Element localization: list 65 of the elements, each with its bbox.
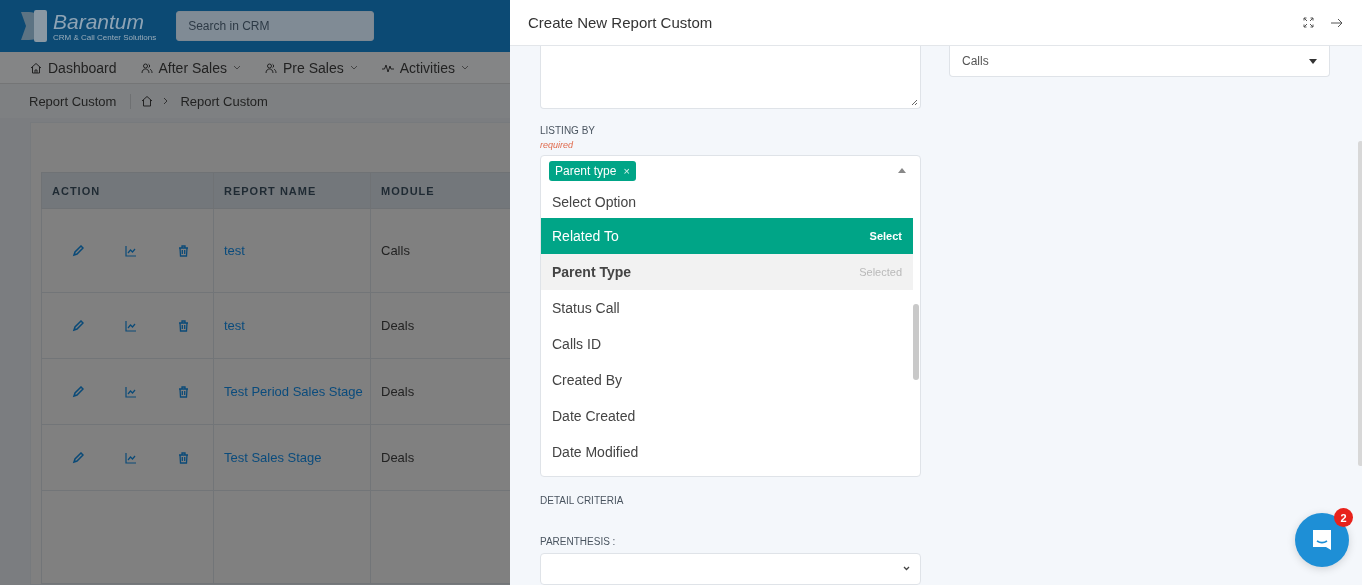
chevron-down-icon [349,65,358,71]
trash-icon[interactable] [178,385,189,398]
scrollbar-thumb[interactable] [1358,141,1362,466]
table-cell: Deals [381,384,415,399]
table-cell: Deals [381,450,415,465]
pencil-icon[interactable] [72,244,84,257]
scrollbar-thumb[interactable] [913,303,919,380]
table-cell: Calls [381,243,410,258]
remove-tag-button[interactable]: × [623,164,630,177]
field-label: LISTING BY [540,124,596,136]
nav-item[interactable]: After Sales [140,59,241,76]
select-field[interactable] [540,552,921,585]
resize-grip-icon [911,98,918,106]
arrow-right-icon[interactable] [1330,17,1343,28]
chevron-down-icon [903,566,910,572]
report-name-link[interactable]: test [224,318,245,333]
column-header: ACTION [41,172,214,209]
section-label: DETAIL CRITERIA [540,494,625,506]
search-field[interactable]: Search in CRM [176,11,375,42]
trash-icon[interactable] [178,244,189,257]
users-icon [265,61,277,74]
home-icon [30,61,42,74]
line-chart-icon[interactable] [125,319,137,332]
chevron-down-icon [233,65,241,71]
text-area[interactable] [540,46,921,109]
report-name-link[interactable]: Test Period Sales Stage [224,384,363,399]
column-header: MODULE [370,172,510,209]
report-name-link[interactable]: test [224,243,245,258]
chat-button[interactable] [1295,513,1349,567]
chevron-right-icon [163,97,169,106]
column-header: REPORT NAME [213,172,371,209]
multi-select[interactable]: Parent type × Select Option Related To Select Parent Type Selected Status Call Calls ID Created By Date Created Date Modified [540,154,921,477]
nav-item[interactable]: Activities [381,59,469,76]
breadcrumb-link[interactable]: Report Custom [180,93,268,109]
table-cell: Deals [381,318,415,333]
pencil-icon[interactable] [72,319,84,332]
line-chart-icon[interactable] [125,244,137,257]
pencil-icon[interactable] [72,385,84,398]
brand-name: Barantum [53,10,146,33]
caret-down-icon [1309,58,1317,64]
caret-up-icon [898,168,906,174]
line-chart-icon[interactable] [125,385,137,398]
select-option[interactable]: Parent Type Selected [541,253,913,290]
chevron-down-icon [460,65,469,71]
select-option[interactable]: Related To Select [541,217,913,254]
users-icon [140,61,153,74]
drawer-title: Create New Report Custom [528,14,713,31]
home-icon[interactable] [141,95,154,108]
select-field[interactable]: Calls [949,46,1330,77]
notification-badge: 2 [1334,508,1353,527]
required-note: required [540,139,575,150]
nav-item[interactable]: Pre Sales [265,59,358,76]
chat-icon [1310,528,1334,552]
select-option: Select Option [541,185,913,218]
nav-item[interactable]: Dashboard [30,59,117,76]
line-chart-icon[interactable] [125,451,137,464]
tag-chip: Parent type × [549,160,636,181]
pencil-icon[interactable] [72,451,84,464]
trash-icon[interactable] [178,319,189,332]
field-label: PARENTHESIS : [540,535,617,547]
expand-icon[interactable] [1303,17,1314,28]
trash-icon[interactable] [178,451,189,464]
report-name-link[interactable]: Test Sales Stage [224,450,322,465]
brand-tagline: CRM & Call Center Solutions [53,32,157,42]
page-title: Report Custom [29,93,132,109]
